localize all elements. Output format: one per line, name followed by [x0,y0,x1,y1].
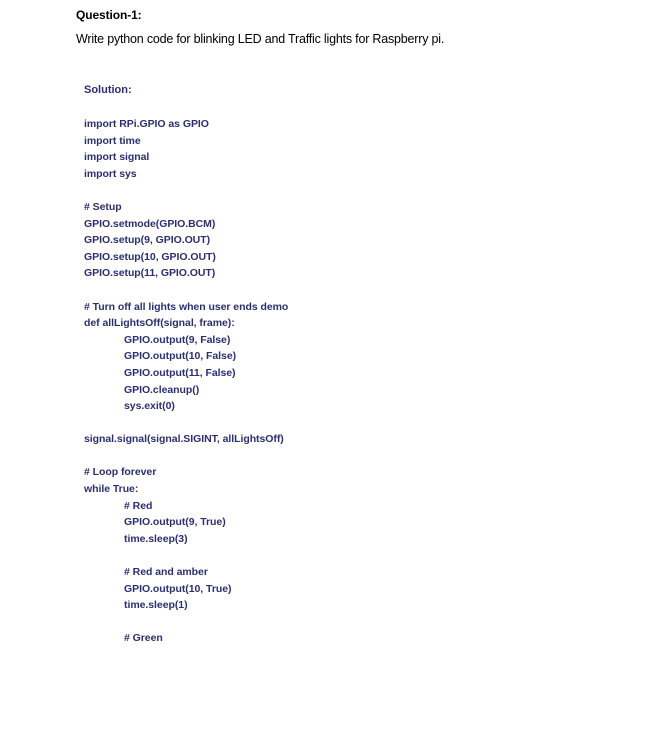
code-line-import-time: import time [84,134,141,147]
question-text: Write python code for blinking LED and T… [76,32,445,46]
code-line-setup-11: GPIO.setup(11, GPIO.OUT) [84,267,216,280]
code-comment-turn-off: # Turn off all lights when user ends dem… [84,300,289,313]
code-line-sleep-3: time.sleep(3) [124,532,188,545]
code-line-output-9-false: GPIO.output(9, False) [124,333,231,346]
solution-label: Solution: [84,84,132,96]
code-line-signal-handler: signal.signal(signal.SIGINT, allLightsOf… [84,433,284,446]
code-block: import RPi.GPIO as GPIO import time impo… [84,116,288,647]
code-line-output-10-true: GPIO.output(10, True) [124,582,232,595]
code-line-def-all-lights-off: def allLightsOff(signal, frame): [84,317,235,330]
code-line-setmode: GPIO.setmode(GPIO.BCM) [84,217,216,230]
code-line-setup-10: GPIO.setup(10, GPIO.OUT) [84,250,216,263]
code-line-cleanup: GPIO.cleanup() [124,383,200,396]
code-comment-green: # Green [124,632,163,645]
code-comment-loop-forever: # Loop forever [84,466,157,479]
code-line-import-gpio: import RPi.GPIO as GPIO [84,118,209,130]
code-line-sys-exit: sys.exit(0) [124,400,175,413]
code-line-output-9-true: GPIO.output(9, True) [124,516,226,529]
code-line-import-sys: import sys [84,167,137,180]
code-comment-red-and-amber: # Red and amber [124,566,208,579]
question-heading: Question-1: [76,8,142,22]
document-page: Question-1: Write python code for blinki… [0,0,645,729]
code-line-sleep-1: time.sleep(1) [124,599,188,612]
code-comment-setup: # Setup [84,200,122,213]
code-line-output-10-false: GPIO.output(10, False) [124,350,237,363]
code-line-output-11-false: GPIO.output(11, False) [124,366,236,379]
code-line-import-signal: import signal [84,151,150,164]
code-line-while-true: while True: [84,483,139,496]
code-line-setup-9: GPIO.setup(9, GPIO.OUT) [84,234,211,247]
code-comment-red: # Red [124,499,153,512]
